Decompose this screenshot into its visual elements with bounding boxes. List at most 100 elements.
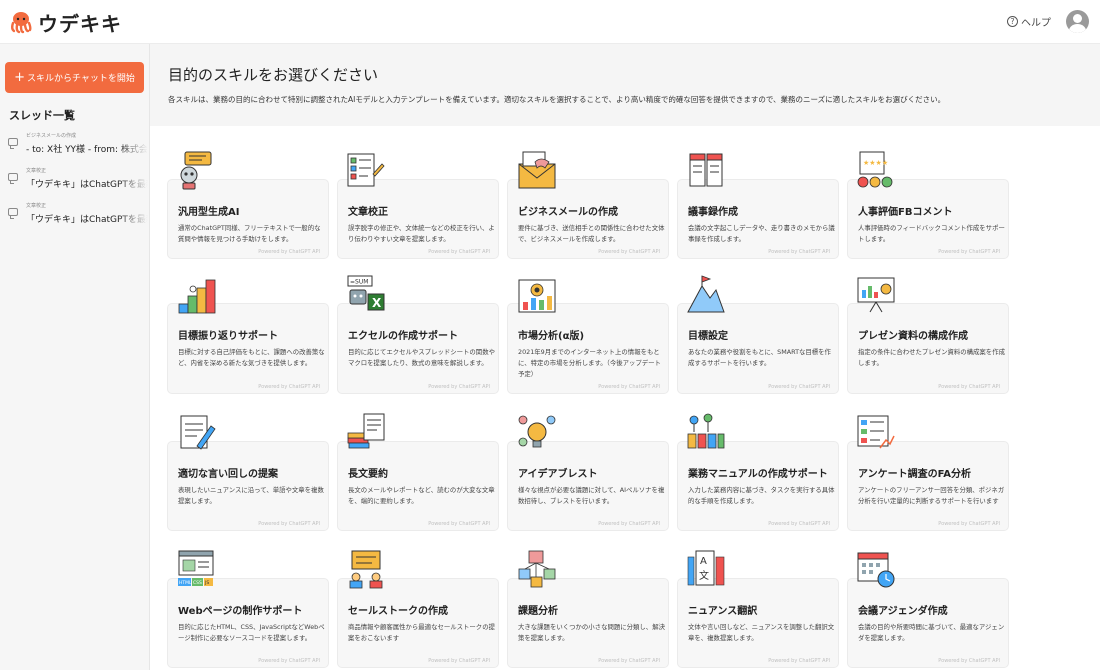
skill-description: 会議の目的や所要時間に基づいて、最適なアジェンダを提案します。 <box>858 623 1005 642</box>
skill-card-business-email[interactable]: ビジネスメールの作成 要件に基づき、送信相手との関係性に合わせた文体で、ビジネス… <box>507 179 669 259</box>
skill-card-phrasing[interactable]: 適切な言い回しの提案 表現したいニュアンスに沿って、単語や文章を複数提案します。… <box>167 441 329 531</box>
skill-title: Webページの制作サポート <box>178 606 303 617</box>
powered-by-label: Powered by ChatGPT API <box>428 384 490 390</box>
octopus-logo-icon <box>11 12 32 34</box>
chat-bubble-icon <box>8 208 18 219</box>
thread-item[interactable]: ビジネスメールの作成 - to: X社 YY様 - from: 株式会社 <box>8 132 148 162</box>
skill-card-proofreading[interactable]: 文章校正 誤字脱字の修正や、文体統一などの校正を行い、より伝わりやすい文章を提案… <box>337 179 499 259</box>
svg-text:=SUM: =SUM <box>350 279 368 286</box>
skill-title: ニュアンス翻訳 <box>688 606 758 617</box>
powered-by-label: Powered by ChatGPT API <box>768 658 830 664</box>
skill-title: 目標振り返りサポート <box>178 331 278 342</box>
skill-card-web-page[interactable]: Webページの制作サポート 目的に応じたHTML、CSS、JavaScriptな… <box>167 578 329 668</box>
top-header: ウデキキ ? ヘルプ <box>0 0 1100 44</box>
powered-by-label: Powered by ChatGPT API <box>598 249 660 255</box>
skill-card-manual[interactable]: 業務マニュアルの作成サポート 入力した業務内容に基づき、タスクを実行する具体的な… <box>677 441 839 531</box>
skill-card-sales-talk[interactable]: セールストークの作成 商品情報や顧客属性から最適なセールストークの提案をおこない… <box>337 578 499 668</box>
skill-description: 通常のChatGPT同様、フリーテキストで一般的な質問や情報を見つける手助けをし… <box>178 224 321 243</box>
sales-talk-icon <box>349 550 383 589</box>
powered-by-label: Powered by ChatGPT API <box>428 249 490 255</box>
brain-lightbulb-icon <box>518 415 556 448</box>
skill-description: アンケートのフリーアンサー回答を分類、ポジネガ分析を行い定量的に判断するサポート… <box>858 486 1005 505</box>
svg-text:★★★★: ★★★★ <box>863 159 888 167</box>
skill-card-hr-feedback[interactable]: 人事評価FBコメント 人事評価時のフィードバックコメント作成をサポートします。 … <box>847 179 1009 259</box>
robot-icon <box>180 151 212 190</box>
powered-by-label: Powered by ChatGPT API <box>258 249 320 255</box>
skill-title: 人事評価FBコメント <box>858 207 953 218</box>
skill-card-presentation[interactable]: プレゼン資料の構成作成 指定の条件に合わせたプレゼン資料の構成案を作成します。 … <box>847 303 1009 394</box>
svg-text:JS: JS <box>204 580 209 586</box>
svg-text:HTML: HTML <box>179 580 192 586</box>
powered-by-label: Powered by ChatGPT API <box>938 658 1000 664</box>
sidebar: + スキルからチャットを開始 スレッド一覧 ビジネスメールの作成 - to: X… <box>0 44 150 670</box>
skill-description: 目的に応じたHTML、CSS、JavaScriptなどWebページ制作に必要なソ… <box>178 623 325 642</box>
skill-title: 適切な言い回しの提案 <box>178 469 278 480</box>
help-link[interactable]: ? ヘルプ <box>1007 14 1051 29</box>
skill-description: 文体や言い回しなど、ニュアンスを調整した翻訳文章を、複数提案します。 <box>688 623 835 642</box>
presentation-board-icon <box>857 277 895 313</box>
skill-card-market-analysis[interactable]: 市場分析(α版) 2021年9月までのインターネット上の情報をもとに、特定の市場… <box>507 303 669 394</box>
skill-title: 市場分析(α版) <box>518 331 585 342</box>
powered-by-label: Powered by ChatGPT API <box>258 658 320 664</box>
skill-title: ビジネスメールの作成 <box>518 207 618 218</box>
translation-icon: A 文 <box>687 550 725 586</box>
help-label: ヘルプ <box>1021 18 1051 29</box>
cubes-breakdown-icon <box>518 550 556 588</box>
thread-text: - to: X社 YY様 - from: 株式会社 <box>26 145 148 155</box>
thread-item[interactable]: 文章校正 「ウデキキ」はChatGPTを最新 <box>8 202 148 232</box>
chat-bubble-icon <box>8 173 18 184</box>
svg-text:文: 文 <box>699 569 709 582</box>
skill-card-summary[interactable]: 長文要約 長文のメールやレポートなど、読むのが大変な文章を、端的に要約します。 … <box>337 441 499 531</box>
chat-bubble-icon <box>8 138 18 149</box>
skill-description: 指定の条件に合わせたプレゼン資料の構成案を作成します。 <box>858 348 1005 367</box>
svg-text:CSS: CSS <box>193 580 202 586</box>
skill-intro: 目的のスキルをお選びください 各スキルは、業務の目的に合わせて特別に調整されたA… <box>150 44 1100 126</box>
powered-by-label: Powered by ChatGPT API <box>258 384 320 390</box>
skill-card-translation[interactable]: ニュアンス翻訳 文体や言い回しなど、ニュアンスを調整した翻訳文章を、複数提案しま… <box>677 578 839 668</box>
start-chat-label: スキルからチャットを開始 <box>26 74 135 84</box>
skill-title: 目標設定 <box>688 331 728 342</box>
skill-card-survey-analysis[interactable]: アンケート調査のFA分析 アンケートのフリーアンサー回答を分類、ポジネガ分析を行… <box>847 441 1009 531</box>
thread-list-title: スレッド一覧 <box>9 109 75 122</box>
powered-by-label: Powered by ChatGPT API <box>258 521 320 527</box>
skill-description: 要件に基づき、送信相手との関係性に合わせた文体で、ビジネスメールを作成します。 <box>518 224 665 243</box>
thread-text: 「ウデキキ」はChatGPTを最新 <box>26 215 148 225</box>
skill-card-issue-analysis[interactable]: 課題分析 大きな課題をいくつかの小さな問題に分類し、解決策を提案します。 Pow… <box>507 578 669 668</box>
thread-item[interactable]: 文章校正 「ウデキキ」はChatGPTを最新 <box>8 167 148 197</box>
user-avatar-icon[interactable] <box>1066 10 1089 33</box>
powered-by-label: Powered by ChatGPT API <box>938 384 1000 390</box>
workflow-icon <box>687 413 725 449</box>
skill-card-agenda[interactable]: 会議アジェンダ作成 会議の目的や所要時間に基づいて、最適なアジェンダを提案します… <box>847 578 1009 668</box>
thread-category: 文章校正 <box>26 203 47 209</box>
powered-by-label: Powered by ChatGPT API <box>768 249 830 255</box>
skill-title: プレゼン資料の構成作成 <box>858 331 968 342</box>
powered-by-label: Powered by ChatGPT API <box>428 658 490 664</box>
skill-description: 長文のメールやレポートなど、読むのが大変な文章を、端的に要約します。 <box>348 486 495 505</box>
skill-card-general-ai[interactable]: 汎用型生成AI 通常のChatGPT同様、フリーテキストで一般的な質問や情報を見… <box>167 179 329 259</box>
stairs-goal-icon <box>178 279 216 314</box>
skill-card-minutes[interactable]: 議事録作成 会議の文字起こしデータや、走り書きのメモから議事録を作成します。 P… <box>677 179 839 259</box>
skill-title: 文章校正 <box>348 207 388 218</box>
start-chat-from-skill-button[interactable]: + スキルからチャットを開始 <box>5 62 144 93</box>
books-document-icon <box>347 413 385 449</box>
skill-card-excel[interactable]: エクセルの作成サポート 目的に応じてエクセルやスプレッドシートの関数やマクロを提… <box>337 303 499 394</box>
skill-card-goal-setting[interactable]: 目標設定 あなたの業務や役割をもとに、SMARTな目標を作成するサポートを行いま… <box>677 303 839 394</box>
skill-title: 課題分析 <box>518 606 558 617</box>
skill-description: 人事評価時のフィードバックコメント作成をサポートします。 <box>858 224 1005 243</box>
app-logo[interactable]: ウデキキ <box>9 9 122 36</box>
skill-card-brainstorm[interactable]: アイデアブレスト 様々な視点が必要な議題に対して、AIペルソナを複数招待し、ブレ… <box>507 441 669 531</box>
skill-title: 長文要約 <box>348 469 388 480</box>
svg-text:X: X <box>372 296 382 310</box>
skill-description: 様々な視点が必要な議題に対して、AIペルソナを複数招待し、ブレストを行います。 <box>518 486 665 505</box>
skill-title: アイデアブレスト <box>518 469 598 480</box>
powered-by-label: Powered by ChatGPT API <box>598 521 660 527</box>
skill-description: 大きな課題をいくつかの小さな問題に分類し、解決策を提案します。 <box>518 623 665 642</box>
mountain-flag-icon <box>687 275 725 313</box>
skill-description: 目的に応じてエクセルやスプレッドシートの関数やマクロを提案したり、数式の意味を解… <box>348 348 495 367</box>
skill-description: 会議の文字起こしデータや、走り書きのメモから議事録を作成します。 <box>688 224 835 243</box>
skill-card-goal-review[interactable]: 目標振り返りサポート 目標に対する自己評価をもとに、課題への改善策など、内省を深… <box>167 303 329 394</box>
skill-description: 入力した業務内容に基づき、タスクを実行する具体的な手順を作成します。 <box>688 486 835 505</box>
thread-category: 文章校正 <box>26 168 47 174</box>
page-title: 目的のスキルをお選びください <box>168 66 379 84</box>
powered-by-label: Powered by ChatGPT API <box>768 384 830 390</box>
